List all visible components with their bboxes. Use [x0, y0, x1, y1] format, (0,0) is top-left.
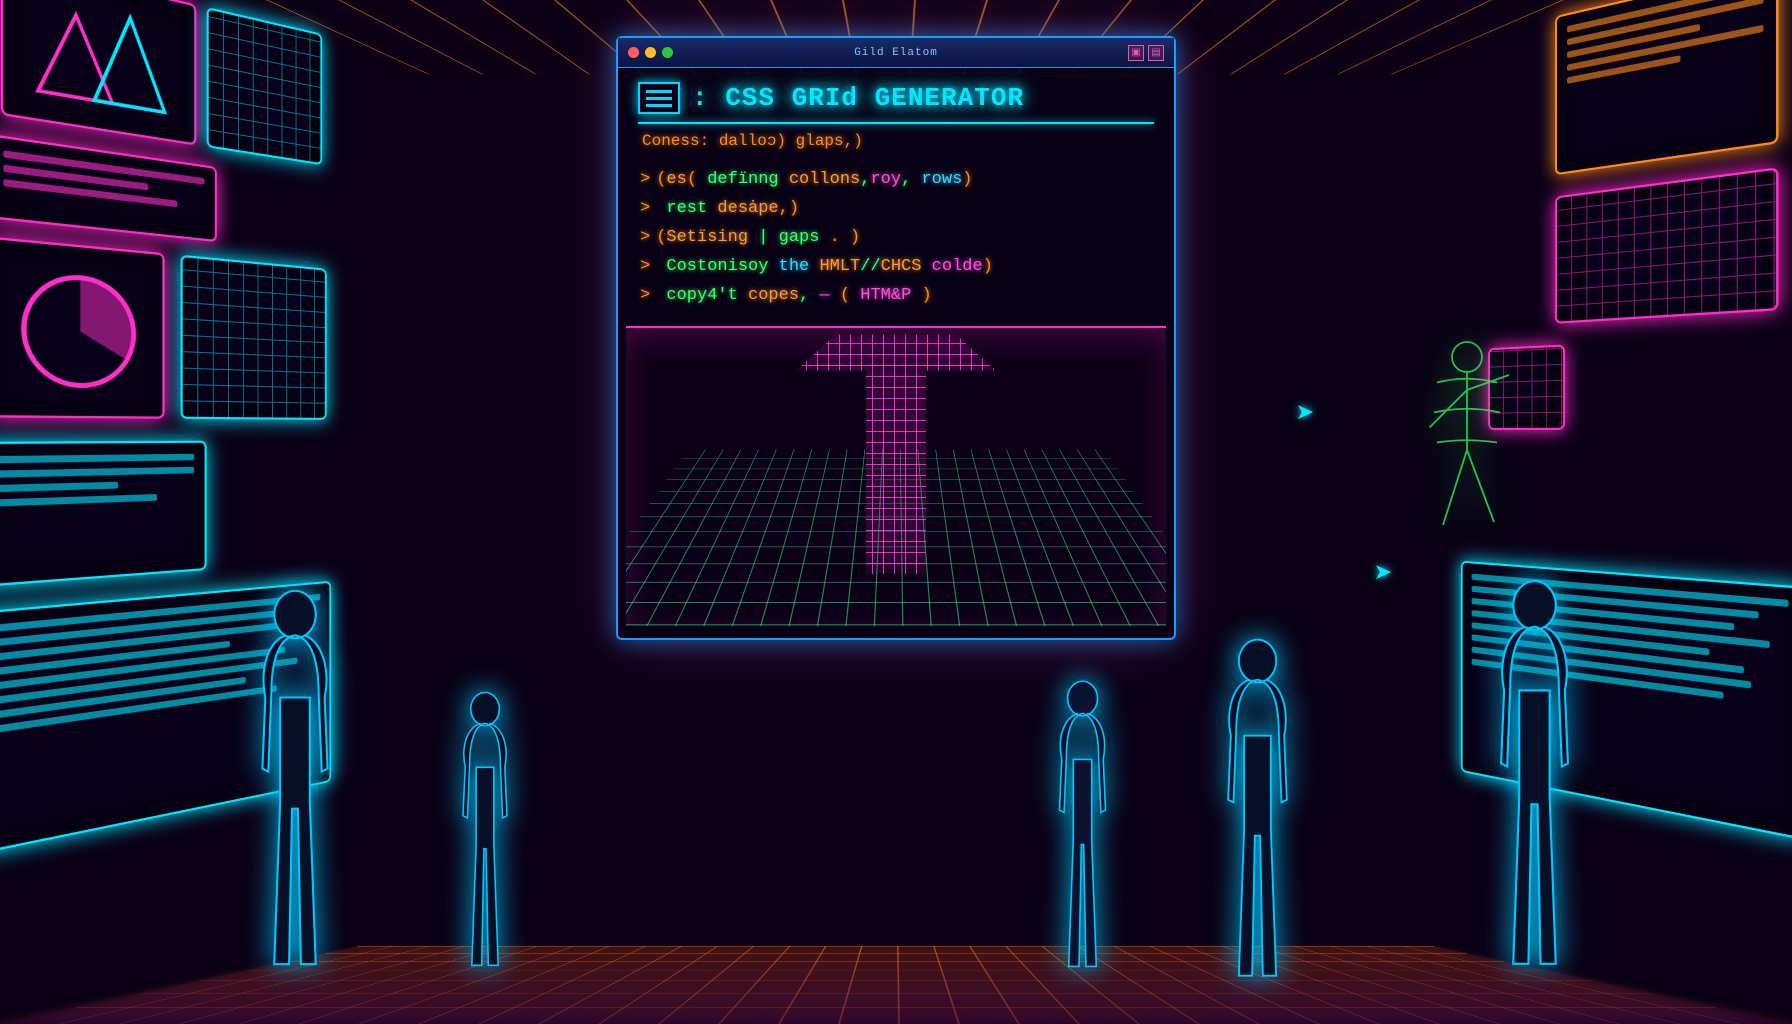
cursor-arrow-icon: ➤	[1296, 400, 1314, 426]
silhouette-figure	[1457, 569, 1612, 984]
menu-lines-icon	[638, 82, 680, 114]
window-titlebar[interactable]: Gild Elatom ▣ ▤	[618, 38, 1174, 68]
silhouette-figure	[1190, 629, 1325, 994]
subtitle-text: Coness: dalloɔ) glaps,)	[618, 128, 1174, 160]
terminal-window: Gild Elatom ▣ ▤ : CSS GRId GENERATOR Con…	[616, 36, 1176, 640]
terminal-line: >(es( defïnng collons,roy, rows)	[640, 166, 1152, 195]
silhouette-figure	[430, 675, 540, 990]
terminal-body: >(es( defïnng collons,roy, rows)> rest d…	[618, 160, 1174, 326]
terminal-line: >(Setïsing | gaps . )	[640, 224, 1152, 253]
heading-underline	[638, 122, 1154, 124]
traffic-lights[interactable]	[628, 47, 673, 58]
cursor-arrow-icon: ➤	[1374, 560, 1392, 586]
silhouette-figure	[1025, 665, 1140, 990]
green-hologram-figure	[1392, 330, 1542, 530]
minimize-icon[interactable]	[645, 47, 656, 58]
terminal-line: > rest desȧpe,)	[640, 195, 1152, 224]
titlebar-button[interactable]: ▣	[1128, 45, 1144, 61]
silhouette-figure	[220, 579, 370, 984]
titlebar-button[interactable]: ▤	[1148, 45, 1164, 61]
window-title: Gild Elatom	[854, 47, 938, 59]
grid-visualization	[626, 326, 1166, 626]
maximize-icon[interactable]	[662, 47, 673, 58]
close-icon[interactable]	[628, 47, 639, 58]
terminal-line: > copy4't copes, — ( HTM&P )	[640, 282, 1152, 311]
app-title: : CSS GRId GENERATOR	[692, 83, 1024, 113]
terminal-line: > Costonisoy the HMLT//CHCS colde)	[640, 253, 1152, 282]
